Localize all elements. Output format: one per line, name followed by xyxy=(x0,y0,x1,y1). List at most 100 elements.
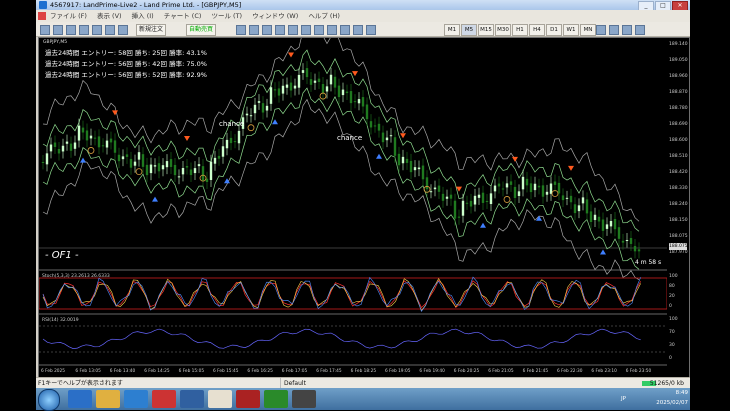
start-button-icon[interactable] xyxy=(38,389,60,411)
candle-body xyxy=(581,197,585,204)
price-chart[interactable] xyxy=(39,38,667,377)
candle-body xyxy=(317,78,321,83)
menu-chart[interactable]: チャート (C) xyxy=(164,10,202,22)
chrome-taskbar-icon[interactable] xyxy=(152,390,176,408)
explorer-taskbar-icon[interactable] xyxy=(96,390,120,408)
candle-body xyxy=(349,91,353,104)
navigator-icon[interactable] xyxy=(92,25,102,35)
candle-body xyxy=(457,216,461,218)
bollinger-lower-band xyxy=(42,98,640,281)
candle-body xyxy=(321,84,325,94)
candle-body xyxy=(497,183,501,187)
sell-arrow-icon xyxy=(184,136,190,142)
candle-body xyxy=(529,183,533,193)
app-taskbar-icon[interactable] xyxy=(208,390,232,408)
data-window-icon[interactable] xyxy=(79,25,89,35)
candle-body xyxy=(237,130,241,144)
menu-tools[interactable]: ツール (T) xyxy=(211,10,242,22)
market-watch-icon[interactable] xyxy=(66,25,76,35)
signal-circle-icon xyxy=(503,196,511,203)
sell-arrow-icon xyxy=(352,71,358,77)
candle-body xyxy=(565,197,569,199)
horizontal-line-icon[interactable] xyxy=(622,25,632,35)
candle-body xyxy=(157,163,161,172)
tf-mn[interactable]: MN xyxy=(580,24,596,36)
stats-line-2: 過去24時間 エントリー: 56回 勝ち: 42回 勝率: 75.0% xyxy=(45,58,207,68)
time-tick: 6 Feb 2025 xyxy=(41,369,66,374)
tf-m15[interactable]: M15 xyxy=(478,24,494,36)
candle-body xyxy=(505,183,509,188)
templates-icon[interactable] xyxy=(366,25,376,35)
candle-body xyxy=(437,185,441,192)
crosshair-icon[interactable] xyxy=(596,25,606,35)
bar-chart-icon[interactable] xyxy=(236,25,246,35)
auto-trade-button[interactable]: 自動売買 xyxy=(186,24,217,36)
autoscroll-icon[interactable] xyxy=(314,25,324,35)
mt4-taskbar-icon[interactable] xyxy=(180,390,204,408)
candle-body xyxy=(345,91,349,94)
right-black-border xyxy=(690,0,730,410)
price-tick: 188.960 xyxy=(669,74,688,79)
candle-body xyxy=(633,245,637,252)
new-chart-icon[interactable] xyxy=(40,25,50,35)
periods-icon[interactable] xyxy=(353,25,363,35)
menu-insert[interactable]: 挿入 (I) xyxy=(132,10,154,22)
tf-h1[interactable]: H1 xyxy=(512,24,528,36)
candle-body xyxy=(173,164,177,176)
media-taskbar-icon[interactable] xyxy=(236,390,260,408)
terminal-icon[interactable] xyxy=(105,25,115,35)
zoom-in-icon[interactable] xyxy=(275,25,285,35)
chart-menu-icon[interactable] xyxy=(38,12,46,20)
new-order-button[interactable]: 新規注文 xyxy=(136,24,167,36)
zoom-out-icon[interactable] xyxy=(288,25,298,35)
edge-taskbar-icon[interactable] xyxy=(124,390,148,408)
menu-view[interactable]: 表示 (V) xyxy=(97,10,122,22)
candle-chart-icon[interactable] xyxy=(249,25,259,35)
status-traffic: 51265/0 kb xyxy=(649,380,684,387)
tile-windows-icon[interactable] xyxy=(301,25,311,35)
line-chart-icon[interactable] xyxy=(262,25,272,35)
tf-m1[interactable]: M1 xyxy=(444,24,460,36)
tray-date[interactable]: 2025/02/07 xyxy=(656,398,688,408)
candle-body xyxy=(73,142,77,149)
vertical-line-icon[interactable] xyxy=(609,25,619,35)
tf-m5[interactable]: M5 xyxy=(461,24,477,36)
bookmark-taskbar-icon[interactable] xyxy=(292,390,316,408)
stoch-tick: 80 xyxy=(669,284,675,289)
chart-window[interactable]: 189.140 189.050 188.960 188.870 188.780 188.6… xyxy=(38,37,690,378)
profiles-icon[interactable] xyxy=(53,25,63,35)
tray-time[interactable]: 8:49 xyxy=(656,388,688,398)
indicators-icon[interactable] xyxy=(340,25,350,35)
menu-help[interactable]: ヘルプ (H) xyxy=(308,10,340,22)
tf-d1[interactable]: D1 xyxy=(546,24,562,36)
chart-shift-icon[interactable] xyxy=(327,25,337,35)
stat1-period: 過去24時間 xyxy=(45,49,80,57)
candle-body xyxy=(181,168,185,175)
signal-circle-icon xyxy=(87,147,95,154)
candle-body xyxy=(93,137,97,139)
candle-body xyxy=(441,193,445,201)
candle-body xyxy=(337,85,341,98)
chance-label-1: chance xyxy=(219,120,245,128)
ie-taskbar-icon[interactable] xyxy=(68,390,92,408)
tf-w1[interactable]: W1 xyxy=(563,24,579,36)
candle-body xyxy=(621,240,625,243)
green-app-taskbar-icon[interactable] xyxy=(264,390,288,408)
menu-window[interactable]: ウィンドウ (W) xyxy=(252,10,298,22)
candle-body xyxy=(485,200,489,203)
tf-m30[interactable]: M30 xyxy=(495,24,511,36)
title-bar[interactable]: 4567917: LandPrime-Live2 - Land Prime Lt… xyxy=(36,0,690,11)
stoch-label: Stoch(5,3,3) 23.2613 26.6333 xyxy=(42,274,110,279)
tray-lang[interactable]: JP xyxy=(621,394,626,404)
tester-icon[interactable] xyxy=(118,25,128,35)
candle-body xyxy=(453,200,457,219)
menu-file[interactable]: ファイル (F) xyxy=(50,10,87,22)
trendline-icon[interactable] xyxy=(635,25,645,35)
status-profile[interactable]: Default xyxy=(280,378,424,388)
tf-h4[interactable]: H4 xyxy=(529,24,545,36)
candle-body xyxy=(597,216,601,222)
time-tick: 6 Feb 13:40 xyxy=(109,369,136,374)
candle-body xyxy=(77,125,81,141)
candle-body xyxy=(561,195,565,201)
candle-body xyxy=(541,185,545,197)
